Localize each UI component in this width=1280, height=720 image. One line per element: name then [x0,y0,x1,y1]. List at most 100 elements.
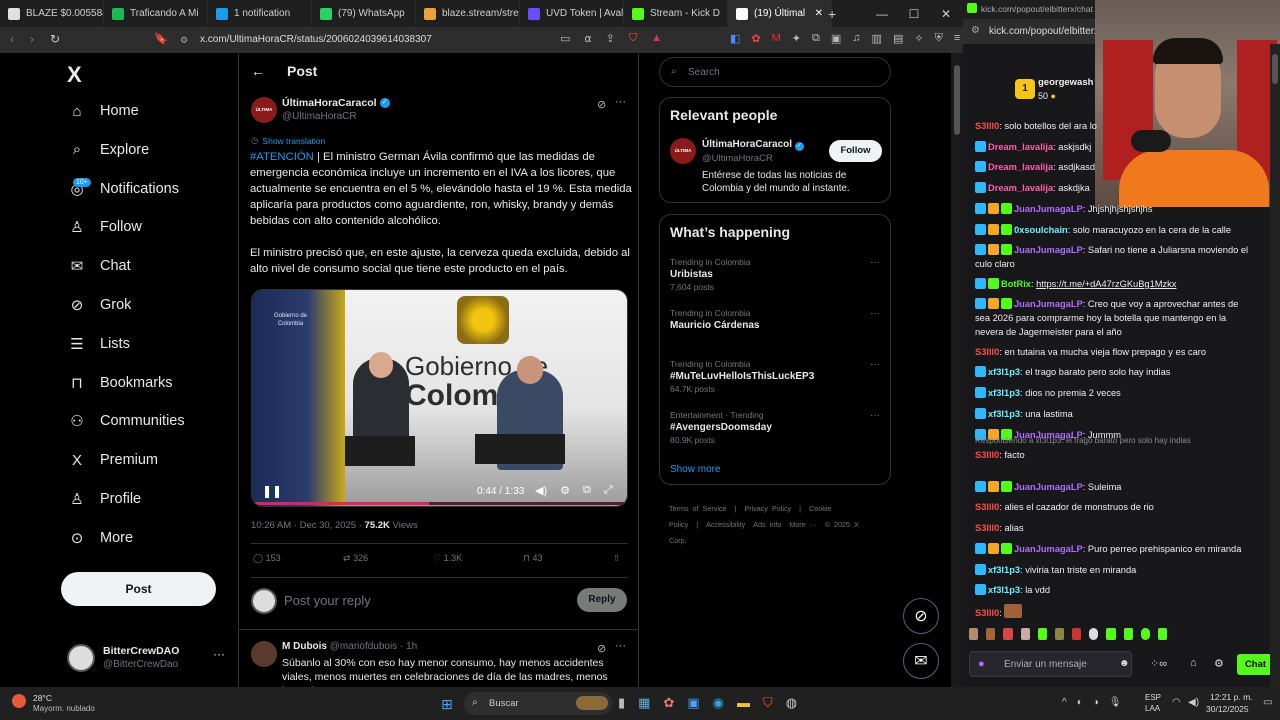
reply-action[interactable]: ◯ 153 [253,553,281,564]
sidebar-toggle-icon[interactable]: ▥ [872,32,882,45]
music-icon[interactable]: ♫ [852,32,860,45]
clock-time[interactable]: 12:21 p. m. [1210,692,1253,702]
sidebar-item-communities[interactable]: ⚇ Communities [68,412,184,430]
footer-link[interactable]: More ··· [789,520,817,529]
browser-tab[interactable]: UVD Token | Avalan [520,0,624,27]
emote-icon[interactable] [1123,628,1133,640]
emoji-icon[interactable]: ☻ [1119,658,1130,669]
trend-item[interactable]: Trending in Colombia #MuTeLuvHelloIsThisL… [670,359,880,394]
forward-icon[interactable]: › [30,32,34,46]
pinned-icon[interactable]: ⁘∞ [1150,657,1167,670]
language-bottom[interactable]: LAA [1145,704,1160,713]
reload-icon[interactable]: ↻ [50,32,60,46]
notification-center-icon[interactable]: ▭ [1263,697,1272,708]
sidebar-item-bookmarks[interactable]: ⊓ Bookmarks [68,374,172,392]
copilot-icon[interactable]: ✿ [663,695,674,711]
site-info-icon[interactable]: ⚙ [971,25,980,36]
pip-icon[interactable]: ⧉ [583,484,591,497]
chat-username[interactable]: S3lll0 [975,523,999,533]
scrollbar-thumb[interactable] [954,65,960,135]
widgets-icon[interactable]: ▦ [638,695,650,711]
top-viewer-name[interactable]: georgewash [1038,77,1093,88]
person-avatar[interactable]: ÚLTIMA HORA [670,138,696,164]
trend-more-icon[interactable]: ··· [870,410,880,421]
sidebar-item-explore[interactable]: ⌕ Explore [68,141,149,159]
emote-icon[interactable] [1140,628,1150,640]
sidebar-item-profile[interactable]: ♙ Profile [68,490,141,508]
search-box[interactable]: ⌕ Search [659,57,891,87]
footer-link[interactable]: Terms of Service [669,504,727,513]
account-switcher[interactable]: BitterCrewDAO @BitterCrewDao ··· [67,641,232,677]
more-options-icon[interactable]: ··· [615,640,626,652]
back-icon[interactable]: ‹ [10,32,14,46]
task-view-icon[interactable]: ▮ [618,695,625,711]
x-logo-icon[interactable]: X [67,62,82,88]
taskbar-search-input[interactable]: Buscar [489,698,519,709]
chat-username[interactable]: Dream_lavalija [988,183,1053,193]
fullscreen-icon[interactable]: ⤢ [604,484,613,497]
trend-more-icon[interactable]: ··· [870,257,880,268]
mic-icon[interactable]: 🎙 [1109,697,1122,708]
close-window-icon[interactable]: ✕ [930,7,962,21]
chat-username[interactable]: 0xsoulchain [1014,225,1068,235]
author-avatar[interactable]: ÚLTIMA HORA [251,97,277,123]
bookmark-page-icon[interactable]: 🔖 [154,32,168,45]
taskbar-search[interactable]: ⌕ Buscar [464,692,612,715]
settings-icon[interactable]: ⚙ [560,484,570,497]
chat-username[interactable]: JuanJumagaLP [1014,544,1083,554]
emote-icon[interactable] [1089,628,1099,640]
reply-button[interactable]: Reply [577,588,627,612]
brave-icon[interactable]: ⛉ [763,695,773,711]
extension-icon[interactable]: ✿ [751,32,760,45]
volume-icon[interactable]: ◀) [1188,697,1199,708]
extension-icon[interactable]: ✦ [792,32,801,45]
follow-button[interactable]: Follow [829,140,882,162]
puzzle-icon[interactable]: ⧉ [812,32,820,45]
browser-tab[interactable]: (19) Últimal ✕ [728,0,832,27]
sidebar-item-premium[interactable]: X Premium [68,451,158,469]
hashtag-link[interactable]: #ATENCIÓN [250,151,314,163]
share-icon[interactable]: ⇧ [613,553,621,564]
messages-floating-icon[interactable]: ✉ [903,643,939,679]
tray-overflow-icon[interactable]: ^ [1062,697,1067,708]
extension-icon[interactable]: ▣ [831,32,841,45]
browser-tab[interactable]: blaze.stream/strea [416,0,520,27]
emote-icon[interactable] [1157,628,1168,640]
maximize-icon[interactable]: ☐ [898,7,930,21]
tray-app-icon[interactable]: ◐ [1077,697,1083,708]
chat-username[interactable]: S3lll0 [975,502,999,512]
chat-username[interactable]: xf3l1p3 [988,585,1020,595]
sidebar-item-follow[interactable]: ♙ Follow [68,218,142,236]
browser-tab[interactable]: Stream - Kick D [624,0,728,27]
video-progress-track[interactable] [252,502,627,505]
chat-send-button[interactable]: Chat [1237,654,1274,675]
trend-item[interactable]: Entertainment · Trending #AvengersDoomsda… [670,410,880,445]
network-icon[interactable]: ◠ [1172,697,1181,708]
reply-author[interactable]: M Dubois [282,641,327,652]
weather-icon[interactable] [12,694,26,708]
extension-icon[interactable]: ◧ [730,32,740,45]
chat-text[interactable]: https://t.me/+dA47rzGKuBg1Mzkx [1036,279,1176,289]
file-explorer-icon[interactable]: ▬ [737,695,750,711]
obs-icon[interactable]: ◍ [786,695,797,711]
trend-item[interactable]: Trending in Colombia Mauricio Cárdenas ··· [670,308,880,333]
more-dots-icon[interactable]: ··· [213,647,225,661]
chat-username[interactable]: JuanJumagaLP [1014,482,1083,492]
sidebar-item-chat[interactable]: ✉ Chat [68,257,131,275]
repost-action[interactable]: ⇄ 326 [343,553,368,564]
windows-start-icon[interactable]: ⊞ [441,696,453,713]
footer-link[interactable]: Accessibility [706,520,745,529]
browser-tab[interactable]: BLAZE $0.005584 - [0,0,104,27]
reply-input[interactable]: Post your reply [284,593,371,608]
browser-tab[interactable]: (79) WhatsApp [312,0,416,27]
video-player[interactable]: Gobierno de Colombia Gobierno de Colombi… [251,289,628,507]
chat-username[interactable]: Dream_lavalija [988,142,1053,152]
more-options-icon[interactable]: ··· [615,96,626,108]
grok-floating-icon[interactable]: ⊘ [903,598,939,634]
emote-icon[interactable] [986,628,996,640]
mic-icon[interactable]: ● [978,658,985,670]
chat-username[interactable]: BotRix [1001,279,1031,289]
emote-icon[interactable] [1054,628,1065,640]
chat-username[interactable]: S3lll0 [975,608,999,618]
emote-icon[interactable] [969,628,979,640]
